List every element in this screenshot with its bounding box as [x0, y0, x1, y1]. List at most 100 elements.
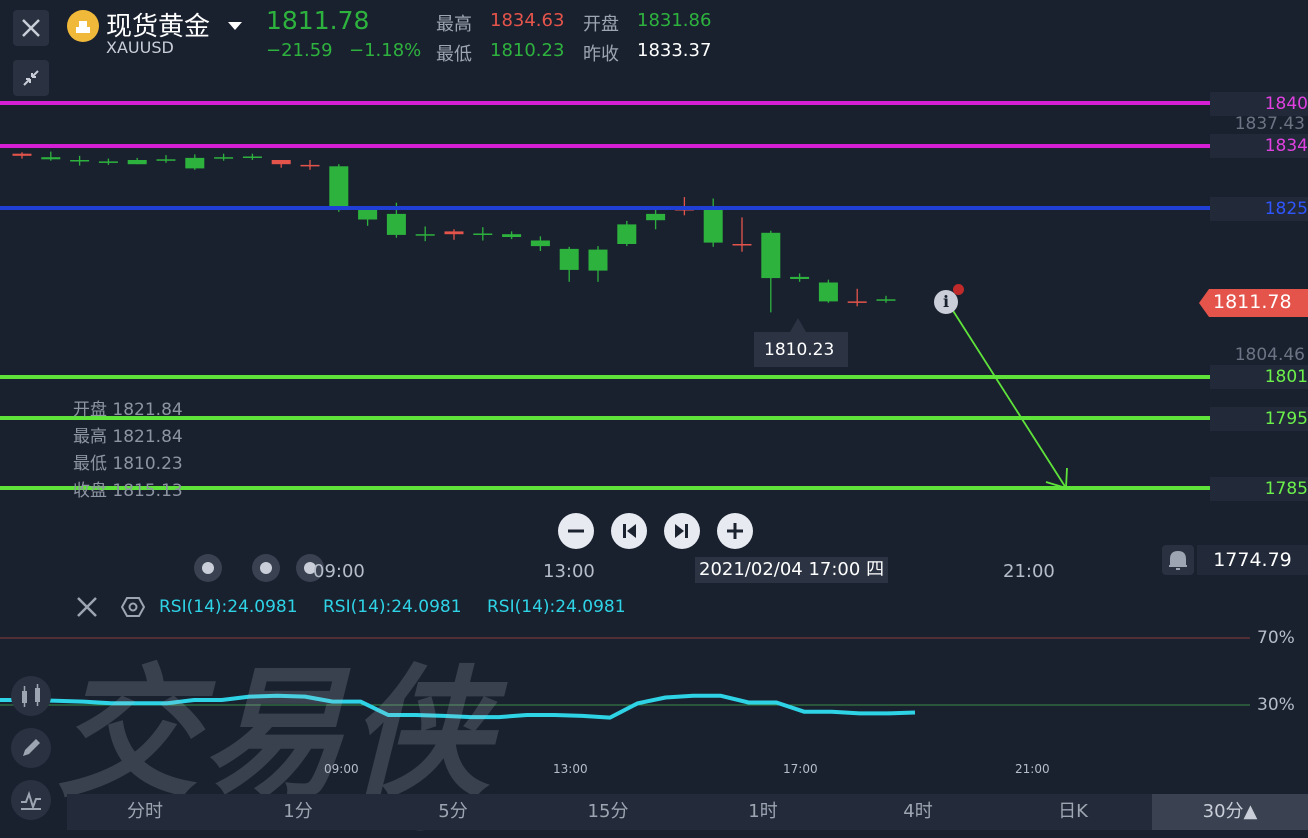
level-1795-label: 1795: [1210, 407, 1308, 431]
candle-body: [703, 206, 723, 243]
candle-body: [847, 301, 867, 303]
price-change: −21.59: [266, 40, 333, 61]
candle-body: [41, 157, 61, 160]
last-price: 1811.78: [266, 6, 370, 35]
rsi-time-0900: 09:00: [324, 762, 359, 776]
rsi-30-label: 30%: [1257, 695, 1295, 715]
projection-arrow-line: [949, 305, 1067, 489]
step-back-button[interactable]: [611, 513, 647, 549]
tab-4h[interactable]: 4时: [873, 794, 963, 830]
tab-line[interactable]: 分时: [100, 794, 190, 830]
candle-body: [242, 156, 262, 158]
close-icon[interactable]: [13, 10, 49, 46]
scroll-dot[interactable]: [252, 554, 280, 582]
open-value: 1831.86: [637, 10, 712, 31]
zoom-out-button[interactable]: [558, 513, 594, 549]
rsi-time-1300: 13:00: [553, 762, 588, 776]
candle-body: [530, 240, 550, 247]
candle-body: [588, 249, 608, 271]
tab-1h[interactable]: 1时: [718, 794, 808, 830]
alert-price-value[interactable]: 1774.79: [1197, 545, 1308, 575]
candle-body: [70, 160, 90, 162]
ohlc-high-value: 1821.84: [112, 427, 183, 447]
axis-1837-label: 1837.43: [1234, 114, 1305, 134]
candle-body: [502, 234, 522, 237]
rsi-label-2: RSI(14):24.0981: [323, 597, 462, 617]
candle-body: [185, 157, 205, 169]
candle-body: [214, 157, 234, 159]
tab-day[interactable]: 日K: [1028, 794, 1118, 830]
rsi-time-2100: 21:00: [1015, 762, 1050, 776]
level-1834-label: 1834: [1210, 134, 1308, 158]
collapse-icon[interactable]: [13, 60, 49, 96]
ohlc-close-value: 1815.13: [112, 481, 183, 501]
candlestick-tool-icon[interactable]: [11, 676, 51, 716]
high-value: 1834.63: [490, 10, 565, 31]
candle-body: [617, 224, 637, 244]
ohlc-panel: 开盘 1821.84 最高 1821.84 最低 1810.23 收盘 1815…: [73, 397, 183, 505]
candle-body: [473, 233, 493, 235]
dropdown-caret-icon[interactable]: [228, 17, 242, 36]
level-1840-label: 1840: [1210, 92, 1308, 116]
candle-body: [127, 160, 147, 165]
symbol-code: XAUUSD: [106, 38, 174, 57]
candle-body: [444, 231, 464, 235]
pencil-icon[interactable]: [11, 728, 51, 768]
notification-dot: [953, 284, 964, 295]
level-1825-label: 1825: [1210, 197, 1308, 221]
tab-5m[interactable]: 5分: [408, 794, 498, 830]
low-value: 1810.23: [490, 40, 565, 61]
candle-body: [876, 299, 896, 301]
gold-icon: [67, 10, 99, 42]
candle-body: [790, 276, 810, 279]
rsi-70-label: 70%: [1257, 628, 1295, 648]
step-forward-button[interactable]: [664, 513, 700, 549]
low-tooltip-value: 1810.23: [764, 340, 835, 360]
low-label: 最低: [436, 44, 472, 65]
tab-1m[interactable]: 1分: [253, 794, 343, 830]
candle-body: [12, 153, 32, 156]
level-1785-label: 1785: [1210, 477, 1308, 501]
current-price-value: 1811.78: [1213, 291, 1292, 313]
ohlc-low-value: 1810.23: [112, 454, 183, 474]
time-label-1300: 13:00: [543, 561, 595, 582]
prev-close-label: 昨收: [583, 44, 619, 65]
indicator-icon[interactable]: [11, 780, 51, 820]
tab-30m-selected[interactable]: 30分▲: [1152, 794, 1308, 830]
candle-body: [358, 209, 378, 220]
current-price-tag: 1811.78: [1199, 289, 1308, 317]
axis-1804-label: 1804.46: [1234, 345, 1305, 365]
bell-icon[interactable]: [1162, 545, 1194, 575]
rsi-time-1700: 17:00: [783, 762, 818, 776]
candle-body: [386, 213, 406, 235]
high-label: 最高: [436, 14, 472, 35]
ohlc-open-label: 开盘: [73, 400, 107, 420]
candle-body: [300, 164, 320, 167]
open-label: 开盘: [583, 14, 619, 35]
rsi-label-3: RSI(14):24.0981: [487, 597, 626, 617]
prev-close-value: 1833.37: [637, 40, 712, 61]
candlestick-series: [12, 151, 896, 313]
candle-body: [646, 213, 666, 221]
crosshair-time-label: 2021/02/04 17:00 四: [695, 557, 889, 583]
candle-body: [761, 232, 781, 279]
scroll-dot[interactable]: [194, 554, 222, 582]
ohlc-close-label: 收盘: [73, 481, 107, 501]
time-label-2100: 21:00: [1003, 561, 1055, 582]
level-1801-label: 1801: [1210, 365, 1308, 389]
candle-body: [329, 166, 349, 210]
candle-body: [271, 160, 291, 165]
tab-15m[interactable]: 15分: [563, 794, 653, 830]
ohlc-open-value: 1821.84: [112, 400, 183, 420]
candle-body: [98, 161, 118, 163]
candle-body: [732, 244, 752, 246]
time-label-0900: 09:00: [313, 561, 365, 582]
rsi-label-1: RSI(14):24.0981: [159, 597, 298, 617]
ohlc-low-label: 最低: [73, 454, 107, 474]
candle-body: [415, 234, 435, 236]
candle-body: [559, 248, 579, 270]
candle-body: [818, 282, 838, 302]
price-change-pct: −1.18%: [349, 40, 422, 61]
candle-body: [156, 159, 176, 161]
zoom-in-button[interactable]: [717, 513, 753, 549]
